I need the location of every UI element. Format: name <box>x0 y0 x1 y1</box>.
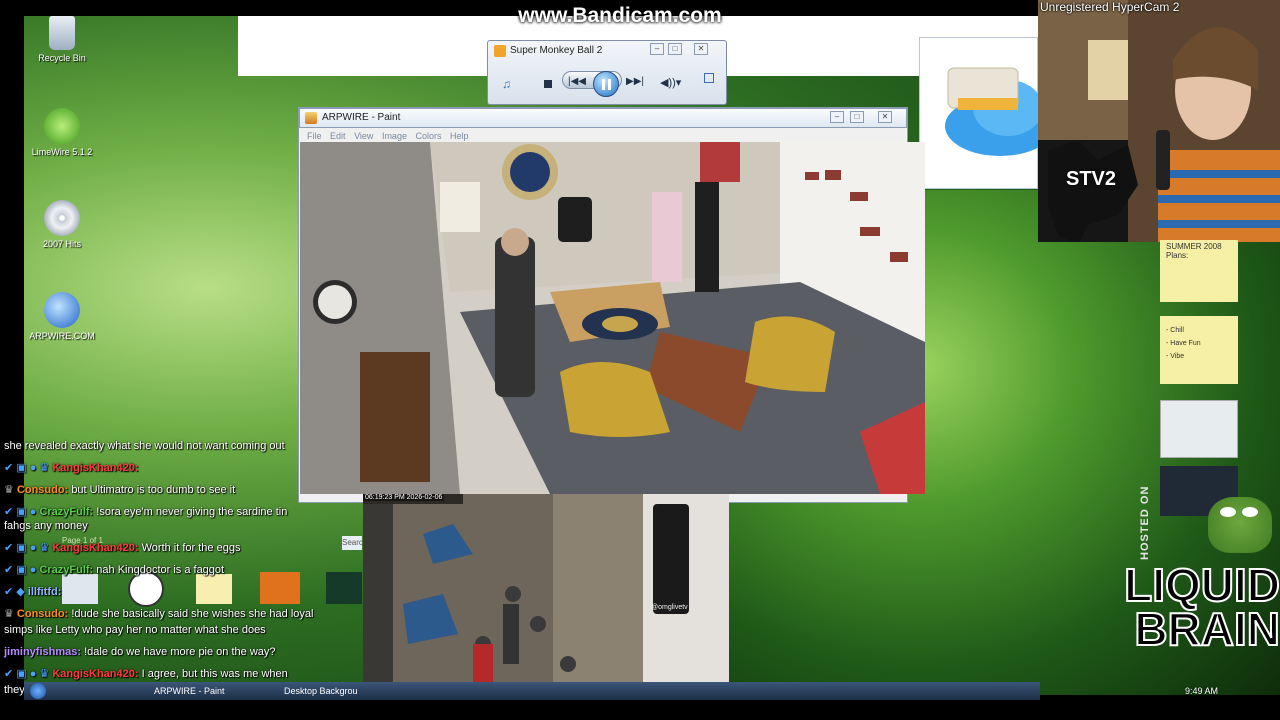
room-camera-image <box>300 142 925 494</box>
minimize-button[interactable]: – <box>830 111 844 123</box>
badge-icons: ✔ ▣ ● ♛ <box>4 542 53 554</box>
chat-message: ✔ ▣ ● ♛ KangisKhan420: Worth it for the … <box>4 542 241 554</box>
close-button[interactable]: ✕ <box>694 43 708 55</box>
hosted-on-text: HOSTED ON <box>1139 485 1151 560</box>
desktop-icon-limewire[interactable]: LimeWire 5.1.2 <box>22 108 102 157</box>
paint-titlebar[interactable]: ARPWIRE - Paint – □ ✕ <box>299 108 907 128</box>
feed-watermark: @omglivetv <box>651 604 688 611</box>
media-player-icon <box>494 45 506 57</box>
chat-message: ✔ ▣ ● CrazyFulf: nah Kingdoctor is a fag… <box>4 564 225 576</box>
menu-edit[interactable]: Edit <box>330 131 346 141</box>
paint-icon <box>305 112 317 124</box>
sticky-note-2[interactable]: - Chill - Have Fun - Vibe <box>1160 316 1238 384</box>
screen: Recycle Bin LimeWire 5.1.2 2007 Hits ARP… <box>0 0 1280 720</box>
menu-colors[interactable]: Colors <box>415 131 441 141</box>
start-button[interactable] <box>30 683 46 699</box>
logo-line: BRAIN <box>1133 603 1280 655</box>
media-player-title: Super Monkey Ball 2 <box>510 45 603 56</box>
chat-text: but Ultimatro is too dumb to see it <box>71 484 236 496</box>
bandicam-watermark: www.Bandicam.com <box>518 4 722 27</box>
desktop-icon-2007-hits[interactable]: 2007 Hits <box>22 200 102 249</box>
menu-view[interactable]: View <box>354 131 373 141</box>
pause-button[interactable] <box>593 71 619 97</box>
sticky-note-line: - Have Fun <box>1166 340 1201 347</box>
taskbar: ARPWIRE - Paint Desktop Backgrou <box>24 682 1040 700</box>
internet-explorer-icon <box>44 292 80 328</box>
previous-button[interactable]: |◀◀ <box>568 76 586 87</box>
taskbar-clock: 9:49 AM <box>1185 686 1219 696</box>
paint-title: ARPWIRE - Paint <box>322 112 401 123</box>
pepe-frog-icon <box>1208 497 1272 553</box>
badge-icons: ♛ <box>4 484 17 496</box>
chat-text: she revealed exactly what she would not … <box>4 440 285 452</box>
paint-menubar: File Edit View Image Colors Help <box>307 131 469 141</box>
chat-message: simps like Letty who pay her no matter w… <box>4 619 266 641</box>
chat-message: ♛ Consudo: but Ultimatro is too dumb to … <box>4 484 236 496</box>
liquid-brain-logo: LIQUID BRAIN <box>1096 559 1280 655</box>
cpu-meter-gadget <box>326 572 362 604</box>
menu-file[interactable]: File <box>307 131 322 141</box>
maximize-button[interactable]: □ <box>668 43 682 55</box>
music-note-icon: ♫ <box>502 77 511 91</box>
street-camera-image: 06:19:23 PM 2026-02-06 @omglivetv <box>363 494 729 700</box>
desktop-icon-label: LimeWire 5.1.2 <box>31 147 93 157</box>
minimize-button[interactable]: – <box>650 43 664 55</box>
stop-button[interactable] <box>544 80 552 88</box>
search-box[interactable]: Searc <box>342 536 363 550</box>
taskbar-item-desktop-background[interactable]: Desktop Backgrou <box>270 684 358 698</box>
sticky-note-line: - Chill <box>1166 327 1184 334</box>
chat-text: nah Kingdoctor is a faggot <box>96 564 225 576</box>
badge-icons: ✔ ◆ <box>4 586 28 598</box>
menu-help[interactable]: Help <box>450 131 469 141</box>
chat-text: simps like Letty who pay her no matter w… <box>4 624 266 636</box>
logo-line: LIQUID <box>1123 559 1280 611</box>
chat-text: !dale do we have more pie on the way? <box>84 646 276 658</box>
limewire-icon <box>44 108 80 144</box>
sticky-note-1-text: SUMMER 2008 Plans: <box>1166 242 1222 260</box>
cd-icon <box>44 200 80 236</box>
chat-message: ✔ ◆ illfitfd: <box>4 586 62 598</box>
desktop-icon-label: ARPWIRE.COM <box>29 331 95 341</box>
chat-message: fahgs any money <box>4 515 88 537</box>
taskbar-item-paint[interactable]: ARPWIRE - Paint <box>140 684 225 698</box>
slideshow-gadget[interactable] <box>260 572 300 604</box>
desktop-icon-label: Recycle Bin <box>38 53 86 63</box>
next-button[interactable]: ▶▶| <box>626 76 644 87</box>
sticky-note-1[interactable]: SUMMER 2008 Plans: <box>1160 240 1238 302</box>
feed-timestamp: 06:19:23 PM 2026-02-06 <box>363 494 445 501</box>
desktop-icon-recycle-bin[interactable]: Recycle Bin <box>22 16 102 63</box>
cloud-icon <box>945 67 1055 156</box>
gadget-image[interactable] <box>1160 400 1238 458</box>
sticky-note-line: - Vibe <box>1166 353 1185 360</box>
chat-text: Worth it for the eggs <box>141 542 241 554</box>
webcam-feed: STV2 <box>1038 0 1280 242</box>
webcam-sticker-text: STV2 <box>1066 168 1117 190</box>
switch-to-library-icon[interactable] <box>704 73 714 83</box>
chat-message: jiminyfishmas: !dale do we have more pie… <box>4 646 276 658</box>
chat-message: she revealed exactly what she would not … <box>4 435 285 457</box>
chat-text: I agree, but this was me when <box>141 668 288 680</box>
media-player-window[interactable]: Super Monkey Ball 2 – □ ✕ ♫ |◀◀ ▶▶| ◀))▾ <box>487 40 727 105</box>
recycle-bin-icon <box>49 16 75 50</box>
menu-image[interactable]: Image <box>382 131 407 141</box>
badge-icons: ✔ ▣ ● ♛ <box>4 462 53 474</box>
desktop-icon-arpwire[interactable]: ARPWIRE.COM <box>22 292 102 341</box>
volume-icon[interactable]: ◀))▾ <box>660 76 681 89</box>
chat-text: fahgs any money <box>4 520 88 532</box>
desktop-icon-label: 2007 Hits <box>42 239 82 249</box>
maximize-button[interactable]: □ <box>850 111 864 123</box>
chat-message: ✔ ▣ ● ♛ KangisKhan420: <box>4 462 139 474</box>
close-button[interactable]: ✕ <box>878 111 892 123</box>
badge-icons: ✔ ▣ ● <box>4 564 40 576</box>
cloud-window[interactable] <box>919 37 1055 189</box>
chat-text: !sora eye'm never giving the sardine tin <box>96 506 288 518</box>
hypercam-watermark: Unregistered HyperCam 2 <box>1040 0 1180 14</box>
